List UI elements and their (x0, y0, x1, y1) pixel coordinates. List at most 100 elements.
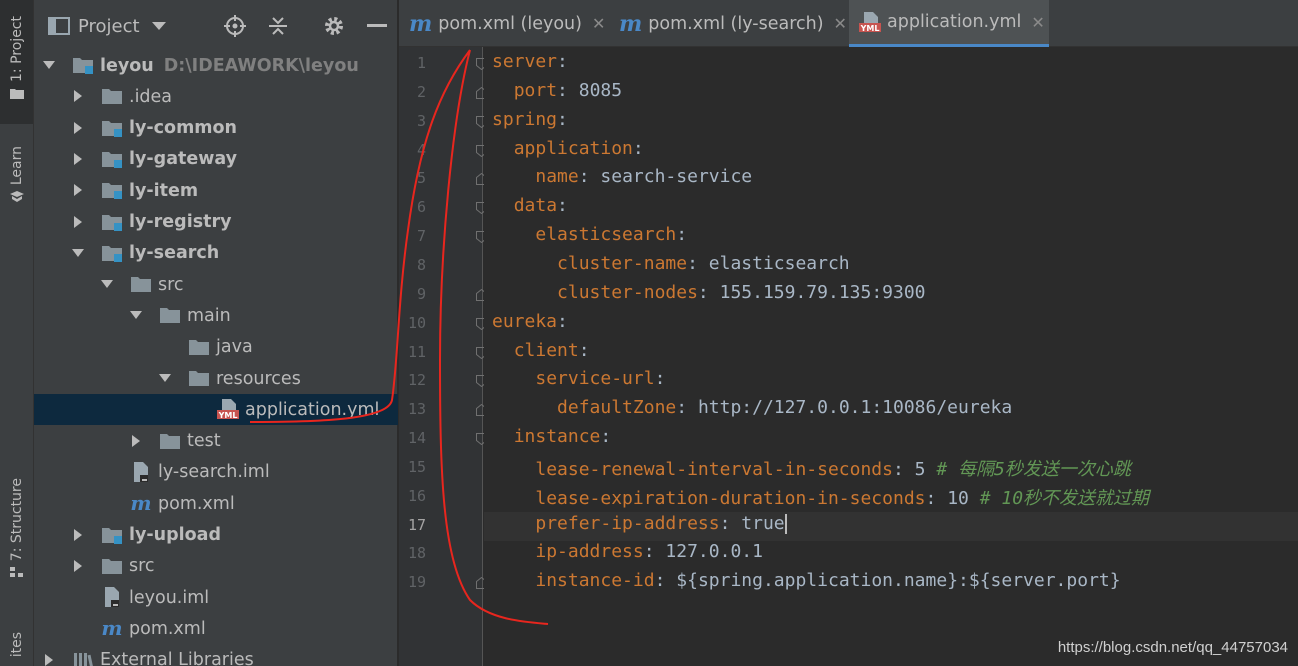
tree-item[interactable]: ly-upload (34, 520, 398, 551)
tree-item[interactable]: m pom.xml (34, 613, 398, 644)
line-number: 15 (407, 457, 426, 476)
tree-item[interactable]: resources (34, 363, 398, 394)
expand-arrow-right-icon[interactable] (71, 528, 85, 542)
code-line[interactable]: application: (492, 138, 644, 159)
tree-item[interactable]: java (34, 332, 398, 363)
tree-item[interactable]: ly-search.iml (34, 457, 398, 488)
tree-item[interactable]: ly-gateway (34, 144, 398, 175)
expand-arrow-right-icon[interactable] (71, 121, 85, 135)
editor-tab[interactable]: m pom.xml (leyou) ✕ (399, 0, 607, 47)
folder-icon (102, 558, 122, 574)
yaml-key: ip-address (535, 541, 644, 563)
code-line[interactable]: port: 8085 (492, 80, 622, 101)
code-line[interactable]: elasticsearch: (492, 224, 687, 245)
chevron-down-icon[interactable] (151, 21, 166, 31)
close-icon[interactable]: ✕ (1031, 13, 1044, 32)
tree-item-label: leyou D:\IDEAWORK\leyou (100, 55, 359, 76)
yaml-separator: : (719, 512, 742, 534)
module-folder-icon (102, 245, 122, 262)
expand-arrow-right-icon[interactable] (71, 152, 85, 166)
tree-item-label: External Libraries (100, 650, 254, 666)
expand-arrow-down-icon[interactable] (158, 371, 172, 385)
tree-item[interactable]: leyou.iml (34, 582, 398, 613)
code-line[interactable]: data: (492, 195, 568, 216)
code-line[interactable]: lease-expiration-duration-in-seconds: 10… (492, 484, 1149, 510)
tree-item[interactable]: test (34, 426, 398, 457)
tree-item[interactable]: .idea (34, 81, 398, 112)
tree-item-label: java (216, 337, 253, 358)
favorites-tool-button[interactable]: ites (0, 632, 33, 666)
svg-text:m: m (101, 618, 122, 638)
code-line[interactable]: defaultZone: http://127.0.0.1:10086/eure… (492, 397, 1012, 418)
tree-item[interactable]: External Libraries (34, 645, 398, 666)
expand-arrow-down-icon[interactable] (129, 308, 143, 322)
tree-item[interactable]: ly-search (34, 238, 398, 269)
learn-tool-button[interactable]: Learn (0, 146, 33, 226)
code-line[interactable]: ip-address: 127.0.0.1 (492, 541, 763, 562)
expand-arrow-right-icon[interactable] (129, 434, 143, 448)
tree-item[interactable]: ly-item (34, 175, 398, 206)
tree-item[interactable]: ly-registry (34, 207, 398, 238)
expand-arrow-down-icon[interactable] (42, 58, 56, 72)
project-view-title[interactable]: Project (78, 16, 140, 37)
code-editor[interactable]: server: port: 8085 spring: application: n… (484, 47, 1298, 666)
code-line[interactable]: name: search-service (492, 166, 752, 187)
close-icon[interactable]: ✕ (834, 14, 847, 33)
code-line[interactable]: client: (492, 340, 590, 361)
expand-arrow-right-icon[interactable] (71, 89, 85, 103)
yaml-key: port (513, 79, 558, 101)
structure-tool-button[interactable]: 7: Structure (0, 478, 33, 604)
yaml-key: cluster-name (557, 252, 688, 274)
editor-tab[interactable]: YML application.yml ✕ (849, 0, 1049, 47)
tree-item-label: pom.xml (129, 618, 206, 639)
gear-icon[interactable] (323, 15, 345, 37)
code-line[interactable]: cluster-nodes: 155.159.79.135:9300 (492, 281, 926, 303)
tree-item[interactable]: main (34, 300, 398, 331)
tree-item[interactable]: src (34, 269, 398, 300)
folder-icon (189, 339, 209, 355)
code-line[interactable]: server: (492, 51, 568, 72)
maven-icon: m (101, 618, 122, 638)
expand-arrow-right-icon[interactable] (71, 215, 85, 229)
code-line[interactable]: instance: (492, 426, 612, 447)
tree-item-label: ly-common (129, 118, 238, 139)
expand-arrow-right-icon[interactable] (42, 653, 56, 666)
line-number: 14 (407, 429, 426, 448)
structure-tool-label: 7: Structure (8, 478, 25, 562)
code-line[interactable]: spring: (492, 109, 568, 130)
expand-arrow-down-icon[interactable] (71, 246, 85, 260)
yaml-separator: : (643, 541, 666, 563)
folder-icon (160, 308, 180, 324)
folder-icon (9, 88, 24, 99)
code-line[interactable]: prefer-ip-address: true (492, 513, 787, 534)
expand-arrow-right-icon[interactable] (71, 183, 85, 197)
code-line[interactable]: instance-id: ${spring.application.name}:… (492, 570, 1120, 591)
text-caret (784, 513, 787, 534)
code-line[interactable]: service-url: (492, 368, 665, 389)
editor-tab[interactable]: m pom.xml (ly-search) ✕ (609, 0, 847, 47)
collapse-all-icon[interactable] (267, 15, 289, 37)
tree-item[interactable]: ly-common (34, 113, 398, 144)
code-line[interactable]: eureka: (492, 311, 568, 332)
yaml-separator: : (892, 458, 915, 480)
expand-arrow-right-icon[interactable] (71, 559, 85, 573)
hide-panel-icon[interactable] (366, 15, 388, 37)
locate-file-icon[interactable] (224, 15, 246, 37)
code-line[interactable]: lease-renewal-interval-in-seconds: 5 # 每… (492, 455, 1131, 481)
yaml-value: 155.159.79.135:9300 (719, 281, 926, 303)
close-icon[interactable]: ✕ (592, 14, 605, 33)
tree-item[interactable]: m pom.xml (34, 488, 398, 519)
project-tool-button[interactable]: 1: Project (0, 0, 33, 124)
line-number: 1 (416, 54, 426, 72)
tree-item-label: ly-search.iml (158, 462, 270, 483)
tree-item[interactable]: leyou D:\IDEAWORK\leyou (34, 50, 398, 81)
tree-item[interactable]: src (34, 551, 398, 582)
tree-item[interactable]: YML application.yml (34, 394, 398, 426)
favorites-tool-label: ites (8, 632, 25, 658)
code-line[interactable]: cluster-name: elasticsearch (492, 253, 850, 274)
expand-arrow-down-icon[interactable] (100, 277, 114, 291)
line-number: 3 (416, 111, 426, 130)
